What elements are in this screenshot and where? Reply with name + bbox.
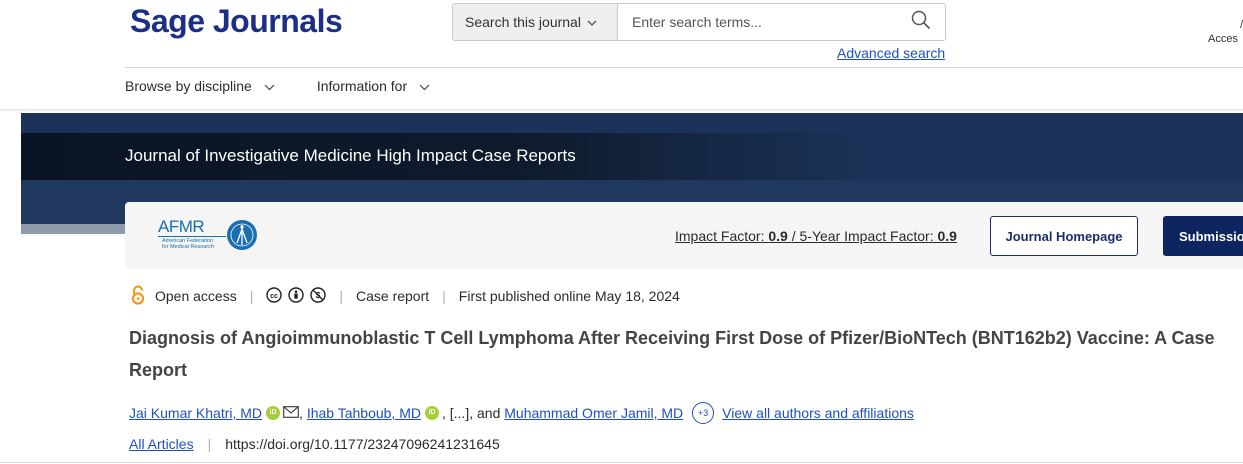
impact-factor-metrics[interactable]: Impact Factor: 0.9 / 5-Year Impact Facto… <box>675 228 957 244</box>
author-link[interactable]: Jai Kumar Khatri, MD <box>129 405 262 421</box>
nav-item-label: Browse by discipline <box>125 78 252 94</box>
all-articles-link[interactable]: All Articles <box>129 436 194 452</box>
search-button[interactable] <box>897 4 945 40</box>
separator: | <box>207 436 212 452</box>
email-icon[interactable] <box>283 405 299 421</box>
journal-homepage-button[interactable]: Journal Homepage <box>990 216 1138 256</box>
search-input[interactable] <box>618 4 897 40</box>
separator: | <box>339 288 343 304</box>
orcid-icon[interactable]: iD <box>266 406 281 420</box>
nav-information-for[interactable]: Information for <box>317 78 430 94</box>
access-label: Acces <box>1208 33 1238 45</box>
author-ellipsis: , [...], and <box>441 405 505 421</box>
submission-button[interactable]: Submission <box>1163 216 1243 256</box>
banner-accent-strip <box>21 224 125 234</box>
access-link[interactable]: / Acces <box>1208 18 1243 46</box>
open-access-icon <box>131 284 145 308</box>
chevron-down-icon <box>587 14 597 30</box>
more-authors-badge[interactable]: +3 <box>692 402 715 424</box>
journal-info-card: AFMR American Federation for Medical Res… <box>125 202 1243 269</box>
author-separator: , <box>299 405 307 421</box>
license-icons[interactable]: cc $ <box>266 286 327 306</box>
afmr-logo[interactable]: AFMR American Federation for Medical Res… <box>158 217 258 255</box>
afmr-logo-subtext: American Federation for Medical Research <box>162 238 214 250</box>
nav-shadow <box>0 109 1243 112</box>
cc-icon: cc <box>266 286 283 306</box>
article-type: Case report <box>356 288 430 304</box>
afmr-emblem-icon <box>226 219 258 256</box>
separator: | <box>442 288 446 304</box>
orcid-icon[interactable]: iD <box>424 406 439 420</box>
journal-banner <box>21 113 1243 133</box>
article-links-row: All Articles | https://doi.org/10.1177/2… <box>129 433 500 455</box>
advanced-search-link[interactable]: Advanced search <box>837 45 945 61</box>
nc-icon: $ <box>310 286 327 306</box>
content-divider <box>0 462 1243 463</box>
nav-item-label: Information for <box>316 78 408 94</box>
journal-title[interactable]: Journal of Investigative Medicine High I… <box>125 146 576 166</box>
view-all-authors-link[interactable]: View all authors and affiliations <box>722 405 914 421</box>
doi-link[interactable]: https://doi.org/10.1177/2324709624123164… <box>225 436 500 452</box>
search-icon <box>911 10 931 35</box>
access-icon-text: / <box>1239 19 1243 31</box>
chevron-down-icon <box>419 78 430 94</box>
article-title: Diagnosis of Angioimmunoblastic T Cell L… <box>129 328 1215 380</box>
five-year-impact-factor-value: 0.9 <box>937 228 957 244</box>
open-access-label: Open access <box>155 288 237 304</box>
by-icon <box>288 286 305 306</box>
search-scope-label: Search this journal <box>465 14 581 30</box>
author-link[interactable]: Ihab Tahboub, MD <box>307 405 421 421</box>
svg-text:cc: cc <box>270 293 278 300</box>
author-list: Jai Kumar Khatri, MD iD , Ihab Tahboub, … <box>129 402 914 424</box>
sage-journals-logo[interactable]: Sage Journals <box>130 2 343 40</box>
nav-browse-by-discipline[interactable]: Browse by discipline <box>125 78 275 94</box>
afmr-logo-text: AFMR <box>158 217 205 236</box>
separator: | <box>249 288 254 304</box>
search-scope-dropdown[interactable]: Search this journal <box>453 4 618 40</box>
search-bar: Search this journal <box>452 3 946 41</box>
chevron-down-icon <box>264 78 275 94</box>
header-divider <box>125 67 1243 68</box>
main-nav: Browse by discipline Information for <box>125 78 472 94</box>
afmr-logo-rule <box>158 236 226 237</box>
author-link[interactable]: Muhammad Omer Jamil, MD <box>504 405 683 421</box>
published-date: First published online May 18, 2024 <box>458 288 680 304</box>
impact-factor-value: 0.9 <box>768 228 788 244</box>
article-meta-row: Open access | cc $ | Case report | First… <box>131 284 680 308</box>
